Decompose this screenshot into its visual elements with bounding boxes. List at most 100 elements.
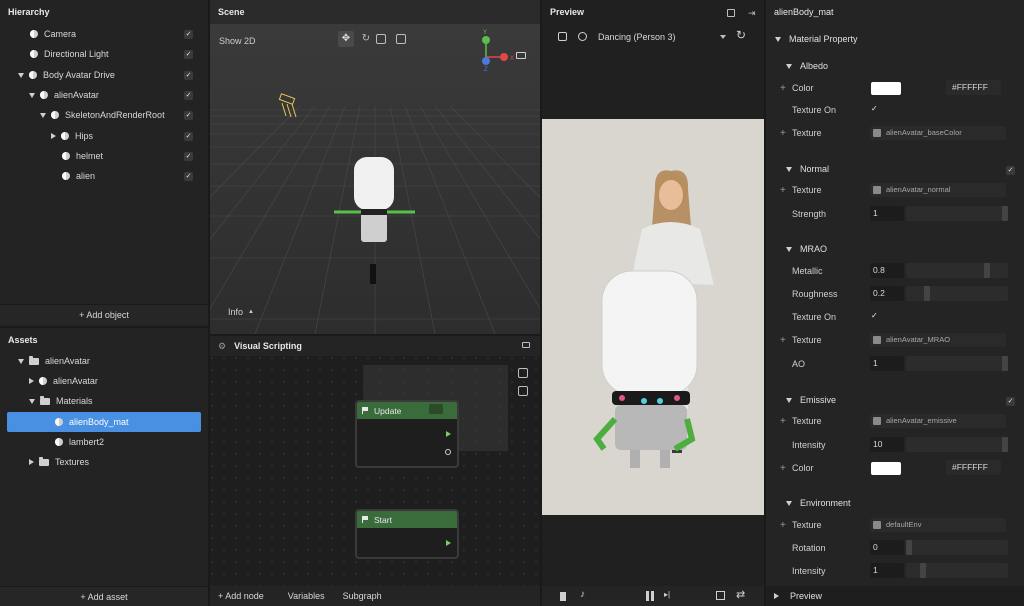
metallic-slider[interactable] <box>906 263 1008 278</box>
roughness-slider[interactable] <box>906 286 1008 301</box>
chevron-right-icon[interactable] <box>29 459 34 465</box>
visibility-checkbox[interactable]: ✓ <box>184 152 193 161</box>
normal-section[interactable]: Normal <box>786 164 829 174</box>
scale-tool-button[interactable] <box>376 34 386 44</box>
visibility-checkbox[interactable]: ✓ <box>184 111 193 120</box>
add-asset-button[interactable]: + Add asset <box>0 586 208 606</box>
visibility-checkbox[interactable]: ✓ <box>184 132 193 141</box>
visibility-checkbox[interactable]: ✓ <box>184 71 193 80</box>
material-property-section[interactable]: Material Property <box>775 34 858 44</box>
scene-viewport[interactable]: Y X Z <box>210 24 540 334</box>
tree-item-hips[interactable]: Hips <box>51 126 93 146</box>
rotation-input[interactable]: 0 <box>870 540 904 555</box>
asset-material-alienbody-selected[interactable]: alienBody_mat <box>7 412 201 432</box>
chevron-right-icon[interactable] <box>29 378 34 384</box>
slider-thumb[interactable] <box>1002 206 1008 221</box>
asset-folder-alien-avatar[interactable]: alienAvatar <box>18 351 90 371</box>
monitor-icon[interactable] <box>522 342 530 348</box>
variables-tab[interactable]: Variables <box>288 591 325 601</box>
rotation-slider[interactable] <box>906 540 1008 555</box>
env-intensity-slider[interactable] <box>906 563 1008 578</box>
normal-texture-field[interactable]: alienAvatar_normal <box>870 183 1006 197</box>
rotate-tool-button[interactable]: ↻ <box>358 31 374 47</box>
chevron-down-icon[interactable] <box>29 92 35 98</box>
slider-thumb[interactable] <box>1002 356 1008 371</box>
tree-item-alien[interactable]: alien <box>62 166 95 186</box>
plus-icon[interactable]: + <box>780 520 786 531</box>
node-start[interactable]: Start <box>355 509 459 559</box>
albedo-section[interactable]: Albedo <box>786 61 828 71</box>
roughness-input[interactable]: 0.2 <box>870 286 904 301</box>
tree-item-body-avatar-drive[interactable]: Body Avatar Drive <box>18 65 115 85</box>
visibility-checkbox[interactable]: ✓ <box>184 30 193 39</box>
metallic-input[interactable]: 0.8 <box>870 263 904 278</box>
plus-icon[interactable]: + <box>780 416 786 427</box>
tiktok-icon[interactable]: ♪ <box>580 589 585 600</box>
mrao-texture-field[interactable]: alienAvatar_MRAO <box>870 333 1006 347</box>
copy-icon[interactable] <box>558 32 567 41</box>
chevron-down-icon[interactable] <box>18 358 24 364</box>
plus-icon[interactable]: + <box>780 335 786 346</box>
tree-item-camera[interactable]: Camera <box>30 24 76 44</box>
emissive-color-swatch[interactable] <box>871 462 901 475</box>
exec-output-port[interactable] <box>446 540 451 546</box>
tree-item-skeleton[interactable]: SkeletonAndRenderRoot <box>40 105 165 125</box>
chevron-down-icon[interactable] <box>29 398 35 404</box>
asset-folder-materials[interactable]: Materials <box>29 391 93 411</box>
albedo-texture-field[interactable]: alienAvatar_baseColor <box>870 126 1006 140</box>
gear-icon[interactable]: ⚙ <box>218 341 226 352</box>
crop-icon[interactable] <box>716 591 725 600</box>
record-icon[interactable] <box>578 32 587 41</box>
emissive-color-hex[interactable]: #FFFFFF <box>946 460 1001 475</box>
animation-dropdown[interactable]: Dancing (Person 3) <box>594 29 729 45</box>
emissive-enable-checkbox[interactable]: ✓ <box>1006 397 1015 406</box>
plus-icon[interactable]: + <box>780 463 786 474</box>
albedo-color-hex[interactable]: #FFFFFF <box>946 80 1001 95</box>
slider-thumb[interactable] <box>920 563 926 578</box>
external-link-icon[interactable] <box>727 9 735 17</box>
visibility-checkbox[interactable]: ✓ <box>184 91 193 100</box>
node-update[interactable]: Update <box>355 400 459 468</box>
asset-model-alien-avatar[interactable]: alienAvatar <box>29 371 98 391</box>
ao-input[interactable]: 1 <box>870 356 904 371</box>
texture-on-checkbox[interactable]: ✓ <box>871 104 878 113</box>
slider-thumb[interactable] <box>924 286 930 301</box>
tree-item-directional-light[interactable]: Directional Light <box>30 44 109 64</box>
refresh-icon[interactable]: ↻ <box>736 28 746 42</box>
pause-icon[interactable] <box>646 591 654 601</box>
strength-input[interactable]: 1 <box>870 206 904 221</box>
slider-thumb[interactable] <box>906 540 912 555</box>
step-forward-icon[interactable]: ▸| <box>664 590 670 599</box>
slider-thumb[interactable] <box>984 263 990 278</box>
inspector-preview-footer[interactable]: Preview <box>766 586 1024 606</box>
ao-slider[interactable] <box>906 356 1008 371</box>
tree-item-helmet[interactable]: helmet <box>62 146 103 166</box>
move-tool-button[interactable]: ✥ <box>338 31 354 47</box>
plus-icon[interactable]: + <box>780 185 786 196</box>
add-node-button[interactable]: + Add node <box>218 591 264 601</box>
fit-view-icon[interactable] <box>518 386 528 396</box>
env-intensity-input[interactable]: 1 <box>870 563 904 578</box>
node-settings-icon[interactable] <box>429 404 443 414</box>
camera-view-icon[interactable] <box>516 52 526 59</box>
slider-thumb[interactable] <box>1002 437 1008 452</box>
visibility-checkbox[interactable]: ✓ <box>184 172 193 181</box>
plus-icon[interactable]: + <box>780 128 786 139</box>
environment-texture-field[interactable]: defaultEnv <box>870 518 1006 532</box>
add-object-button[interactable]: + Add object <box>0 304 208 324</box>
asset-folder-textures[interactable]: Textures <box>29 452 89 472</box>
rect-tool-button[interactable] <box>396 34 406 44</box>
value-output-port[interactable] <box>445 449 451 455</box>
switch-camera-icon[interactable]: ⇄ <box>736 588 745 601</box>
strength-slider[interactable] <box>906 206 1008 221</box>
chevron-right-icon[interactable] <box>51 133 56 139</box>
emissive-intensity-slider[interactable] <box>906 437 1008 452</box>
plus-icon[interactable]: + <box>780 83 786 94</box>
emissive-texture-field[interactable]: alienAvatar_emissive <box>870 414 1006 428</box>
subgraph-tab[interactable]: Subgraph <box>343 591 382 601</box>
albedo-color-swatch[interactable] <box>871 82 901 95</box>
texture-on-checkbox[interactable]: ✓ <box>871 311 878 320</box>
bookmark-icon[interactable] <box>560 592 566 601</box>
tree-item-alien-avatar[interactable]: alienAvatar <box>29 85 99 105</box>
emissive-intensity-input[interactable]: 10 <box>870 437 904 452</box>
